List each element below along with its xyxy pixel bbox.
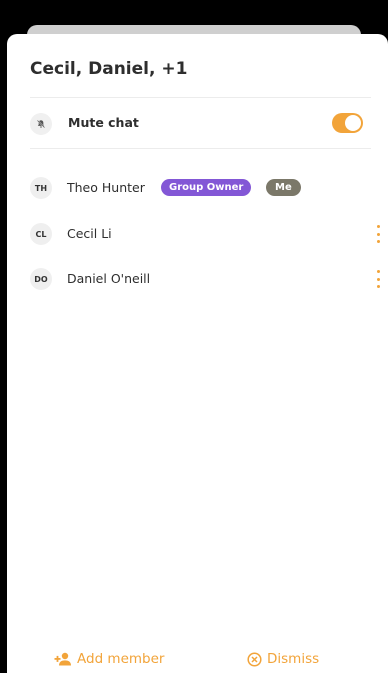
add-person-icon [54, 652, 72, 666]
member-name: Daniel O'neill [67, 271, 151, 286]
mute-chat-label: Mute chat [68, 115, 139, 130]
add-member-label: Add member [77, 651, 165, 667]
more-options-icon[interactable] [373, 225, 383, 243]
group-owner-badge: Group Owner [161, 179, 252, 196]
member-row-theo-hunter[interactable]: TH Theo Hunter Group Owner Me [30, 177, 375, 201]
me-badge: Me [266, 179, 301, 196]
dismiss-label: Dismiss [267, 651, 320, 667]
dismiss-button[interactable]: Dismiss [247, 648, 319, 670]
add-member-button[interactable]: Add member [54, 648, 164, 670]
bell-off-icon [30, 113, 52, 135]
divider [30, 97, 371, 98]
group-chat-sheet: Cecil, Daniel, +1 Mute chat TH Theo Hunt… [7, 34, 388, 673]
more-options-icon[interactable] [373, 270, 383, 288]
divider [30, 148, 371, 149]
mute-chat-toggle[interactable] [332, 113, 363, 133]
member-row-daniel-oneill[interactable]: DO Daniel O'neill [30, 268, 380, 292]
member-name: Cecil Li [67, 226, 112, 241]
close-circle-icon [247, 651, 262, 667]
avatar: CL [30, 223, 52, 245]
member-name: Theo Hunter [67, 180, 145, 195]
avatar: DO [30, 268, 52, 290]
avatar: TH [30, 177, 52, 199]
toggle-knob [345, 115, 361, 131]
member-row-cecil-li[interactable]: CL Cecil Li [30, 223, 380, 247]
dialog-title: Cecil, Daniel, +1 [30, 59, 188, 79]
